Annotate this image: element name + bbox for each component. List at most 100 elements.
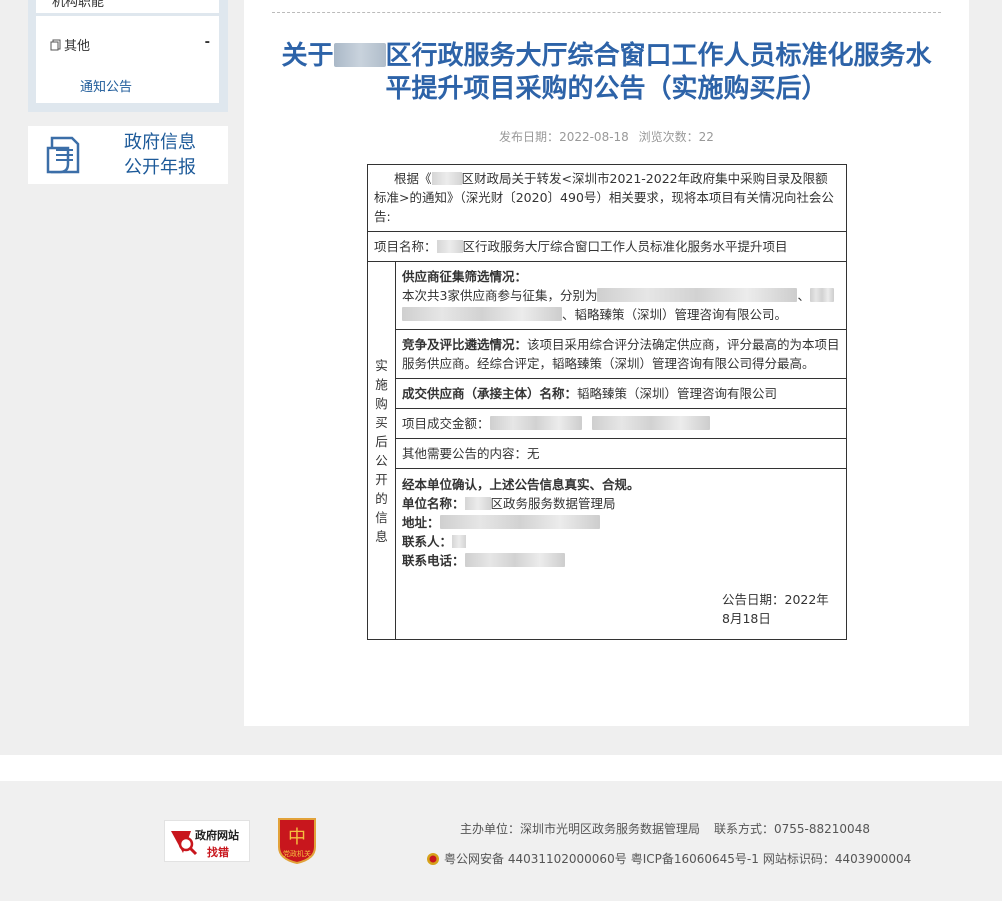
project-name: 区行政服务大厅综合窗口工作人员标准化服务水平提升项目 (462, 239, 788, 254)
address-label: 地址： (402, 515, 440, 530)
footer-record-line: 粤公网安备 44031102000060号 粤ICP备16060645号-1 网… (426, 850, 911, 867)
notice-table: 根据《 区财政局关于转发<深圳市2021-2022年政府集中采购目录及限额标准>的… (367, 164, 847, 640)
confirm-line: 经本单位确认，上述公告信息真实、合规。 (402, 477, 640, 492)
notice-date: 公告日期：2022年8月18日 (722, 592, 829, 626)
meta-views: 22 (698, 130, 714, 144)
table-row: 竞争及评比遴选情况：该项目采用综合评分法确定供应商，评分最高的为本项目服务供应商… (368, 329, 847, 379)
sidebar-clipped-toggle[interactable]: - (198, 0, 203, 6)
footer-host: 主办单位：深圳市光明区政务服务数据管理局 (460, 822, 701, 836)
annual-report-line1: 政府信息 (124, 132, 196, 153)
unit-label: 单位名称： (402, 496, 465, 511)
title-rest: 区行政服务大厅综合窗口工作人员标准化服务水平提升项目采购的公告（实施购买后） (385, 41, 932, 104)
meta-date-label: 发布日期： (499, 130, 560, 144)
badge1-bottom-text: 找错 (207, 846, 229, 859)
footer-site-id: 网站标识码：4403900004 (762, 852, 912, 866)
redacted-contact (452, 535, 467, 548)
article-panel: 关于 区行政服务大厅综合窗口工作人员标准化服务水平提升项目采购的公告（实施购买后）… (244, 0, 969, 726)
supplier-text-b: 、 (797, 288, 810, 303)
redacted-supplier-2b (402, 307, 562, 321)
party-gov-badge[interactable]: 中 党政机关 (275, 815, 319, 865)
document-copy-icon (50, 39, 61, 50)
table-row: 其他需要公告的内容：无 (368, 438, 847, 469)
redacted-supplier-2a (809, 288, 834, 302)
footer-separator (0, 755, 1002, 781)
amount-label: 项目成交金额： (402, 416, 490, 431)
compete-title: 竞争及评比遴选情况： (402, 337, 528, 352)
badge2-text: 党政机关 (283, 850, 311, 858)
intro-cell: 根据《 区财政局关于转发<深圳市2021-2022年政府集中采购目录及限额标准>的… (367, 164, 847, 232)
article-meta: 发布日期：2022-08-18 浏览次数：22 (244, 128, 969, 145)
redacted-amount-a (489, 416, 582, 430)
sidebar-clipped-item[interactable]: 机构职能 - (36, 0, 219, 16)
table-row: 根据《 区财政局关于转发<深圳市2021-2022年政府集中采购目录及限额标准>的… (367, 164, 847, 232)
gov-site-error-badge[interactable]: 政府网站 找错 (164, 820, 250, 862)
contact-line: 联系人： (402, 532, 840, 551)
supplier-text: 本次共3家供应商参与征集，分别为 、、韬略臻策（深圳）管理咨询有限公司。 (402, 286, 840, 324)
winner-cell: 成交供应商（承接主体）名称：韬略臻策（深圳）管理咨询有限公司 (395, 378, 847, 409)
vertical-char: 后 (375, 433, 388, 449)
footer-icp[interactable]: 粤ICP备16060645号-1 (631, 850, 759, 867)
title-prefix: 关于 (281, 41, 334, 71)
redacted-amount-b (591, 416, 710, 430)
footer-police-record[interactable]: 粤公网安备 44031102000060号 (444, 850, 627, 867)
sidebar-item-notice[interactable]: 通知公告 (80, 76, 132, 95)
table-row: 实 施 购 买 后 公 开 的 信 息 供应商征集筛选情况： 本次共3家供应商参… (367, 261, 847, 640)
sidebar-clipped-label: 机构职能 (52, 0, 105, 10)
vertical-char: 买 (375, 414, 388, 430)
redacted-district (431, 172, 462, 185)
meta-date: 2022-08-18 (559, 130, 629, 144)
address-line: 地址： (402, 513, 840, 532)
winner-name: 韬略臻策（深圳）管理咨询有限公司 (577, 386, 778, 401)
project-name-cell: 项目名称： 区行政服务大厅综合窗口工作人员标准化服务水平提升项目 (367, 231, 847, 262)
supplier-title: 供应商征集筛选情况： (402, 269, 528, 284)
footer-host-line: 主办单位：深圳市光明区政务服务数据管理局 联系方式：0755-88210048 (460, 820, 870, 837)
sidebar-category-label: 其他 (64, 39, 91, 54)
redacted-district (464, 497, 491, 510)
table-row: 成交供应商（承接主体）名称：韬略臻策（深圳）管理咨询有限公司 (368, 378, 847, 409)
page-title: 关于 区行政服务大厅综合窗口工作人员标准化服务水平提升项目采购的公告（实施购买后） (270, 40, 943, 106)
redacted-supplier-1 (597, 288, 798, 302)
footer-contact: 联系方式：0755-88210048 (714, 822, 870, 836)
phone-line: 联系电话： (402, 551, 840, 570)
sidebar-category-inner: 机构职能 - 其他 - 通知公告 (36, 0, 219, 103)
annual-report-link[interactable]: 政府信息 公开年报 (28, 126, 228, 184)
phone-label: 联系电话： (402, 553, 465, 568)
supplier-text-c: 、韬略臻策（深圳）管理咨询有限公司。 (562, 307, 788, 322)
supplier-text-a: 本次共3家供应商参与征集，分别为 (402, 288, 598, 303)
badge1-top-text: 政府网站 (195, 829, 239, 842)
unit-name: 区政务服务数据管理局 (490, 496, 616, 511)
sidebar-category-other[interactable]: 其他 - (50, 35, 210, 54)
supplier-cell: 供应商征集筛选情况： 本次共3家供应商参与征集，分别为 、、韬略臻策（深圳）管理咨… (395, 261, 847, 330)
svg-text:中: 中 (288, 827, 306, 848)
sidebar-category-panel: 机构职能 - 其他 - 通知公告 (28, 0, 228, 112)
police-badge-icon (427, 852, 439, 865)
redacted-district (436, 240, 463, 253)
vertical-char: 息 (375, 528, 388, 544)
table-row: 项目成交金额： (368, 408, 847, 439)
annual-report-line2: 公开年报 (124, 157, 196, 178)
annual-report-label: 政府信息 公开年报 (124, 130, 214, 180)
table-row: 经本单位确认，上述公告信息真实、合规。 单位名称： 区政务服务数据管理局 地址： … (368, 468, 847, 640)
intro-text-a: 根据《 (394, 171, 432, 186)
site-footer (0, 781, 1002, 901)
report-document-icon (46, 136, 80, 174)
sidebar-category-toggle[interactable]: - (205, 35, 210, 50)
contact-label: 联系人： (402, 534, 453, 549)
winner-title: 成交供应商（承接主体）名称： (402, 386, 578, 401)
vertical-section-label: 实 施 购 买 后 公 开 的 信 息 (367, 261, 396, 640)
vertical-char: 实 (375, 357, 388, 373)
top-divider (272, 12, 941, 13)
redacted-district (333, 43, 386, 67)
amount-cell: 项目成交金额： (395, 408, 847, 439)
confirm-cell: 经本单位确认，上述公告信息真实、合规。 单位名称： 区政务服务数据管理局 地址： … (395, 468, 847, 640)
meta-views-label: 浏览次数： (638, 130, 699, 144)
vertical-char: 公 (375, 452, 388, 468)
table-row: 项目名称： 区行政服务大厅综合窗口工作人员标准化服务水平提升项目 (367, 231, 847, 262)
vertical-char: 施 (375, 376, 388, 392)
vertical-char: 开 (375, 471, 388, 487)
redacted-phone (464, 553, 565, 567)
unit-line: 单位名称： 区政务服务数据管理局 (402, 494, 840, 513)
vertical-char: 的 (375, 490, 388, 506)
vertical-char: 信 (375, 509, 388, 525)
redacted-address (439, 515, 600, 529)
